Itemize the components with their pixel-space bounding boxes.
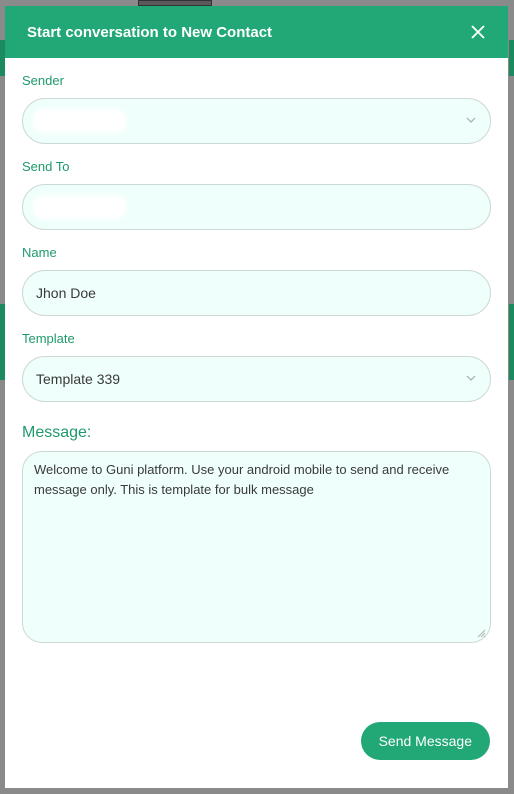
template-select[interactable]: Template 339 <box>22 356 491 402</box>
send-message-button[interactable]: Send Message <box>360 722 490 760</box>
background-strip <box>509 40 514 76</box>
close-icon <box>471 25 485 39</box>
chevron-down-icon <box>466 375 476 381</box>
chevron-down-icon <box>466 117 476 123</box>
resize-grip-icon[interactable] <box>476 628 486 638</box>
modal-body: Sender Send To Name Jhon Doe Template Te… <box>5 72 508 643</box>
message-label: Message: <box>22 424 92 441</box>
send-to-value-redacted <box>32 195 127 219</box>
modal-title: Start conversation to New Contact <box>27 23 273 41</box>
modal-footer: Send Message <box>360 722 490 760</box>
background-strip <box>509 304 514 380</box>
name-label: Name <box>22 245 57 260</box>
name-input[interactable]: Jhon Doe <box>22 270 491 316</box>
sender-select[interactable] <box>22 98 491 144</box>
message-textarea[interactable]: Welcome to Guni platform. Use your andro… <box>22 451 491 643</box>
template-label: Template <box>22 331 75 346</box>
name-value: Jhon Doe <box>36 285 96 301</box>
sender-value-redacted <box>32 109 127 133</box>
close-button[interactable] <box>466 20 490 44</box>
sender-label: Sender <box>22 73 64 88</box>
new-conversation-modal: Start conversation to New Contact Sender… <box>5 6 508 788</box>
message-text: Welcome to Guni platform. Use your andro… <box>34 462 450 497</box>
send-to-input[interactable] <box>22 184 491 230</box>
template-value: Template 339 <box>36 371 121 387</box>
modal-header: Start conversation to New Contact <box>5 6 508 58</box>
send-to-label: Send To <box>22 159 70 174</box>
